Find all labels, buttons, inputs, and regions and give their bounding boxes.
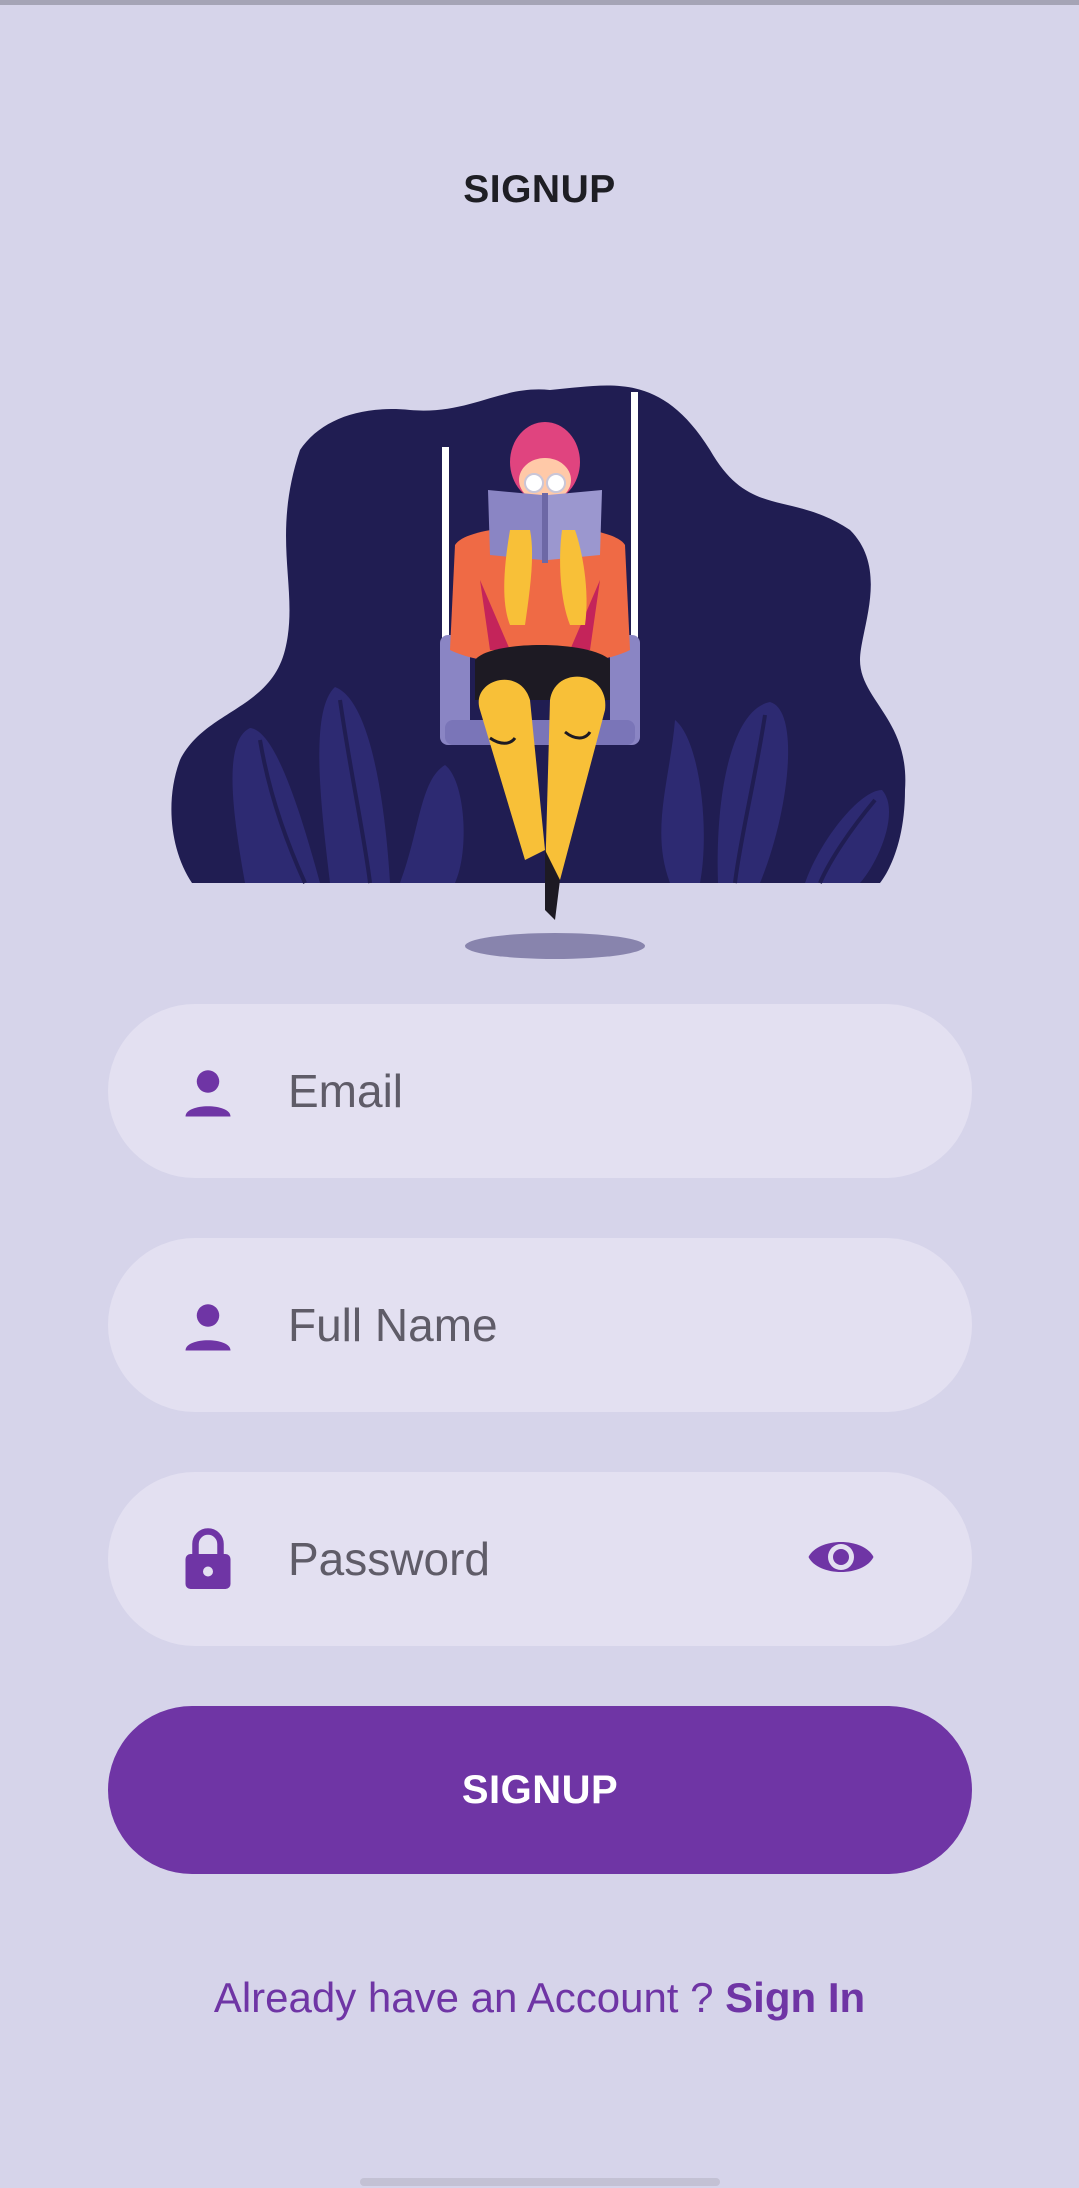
email-field[interactable]: Email bbox=[108, 1004, 972, 1178]
password-placeholder: Password bbox=[288, 1533, 490, 1585]
eye-icon[interactable] bbox=[806, 1530, 876, 1584]
email-placeholder: Email bbox=[288, 1065, 404, 1117]
signup-illustration bbox=[171, 385, 906, 959]
person-icon bbox=[185, 1070, 231, 1117]
signin-prompt-text: Already have an Account ? bbox=[213, 1974, 726, 2021]
signin-link[interactable]: Sign In bbox=[725, 1974, 865, 2021]
home-indicator bbox=[360, 2178, 720, 2186]
status-bar-divider bbox=[0, 0, 1079, 5]
signup-button[interactable]: SIGNUP bbox=[108, 1706, 972, 1874]
person-icon bbox=[185, 1304, 231, 1351]
full-name-placeholder: Full Name bbox=[288, 1299, 498, 1351]
signin-prompt: Already have an Account ? Sign In bbox=[0, 1974, 1079, 2022]
lock-icon bbox=[185, 1528, 231, 1589]
password-field[interactable]: Password bbox=[108, 1472, 972, 1646]
page-title: SIGNUP bbox=[463, 168, 616, 211]
full-name-field[interactable]: Full Name bbox=[108, 1238, 972, 1412]
